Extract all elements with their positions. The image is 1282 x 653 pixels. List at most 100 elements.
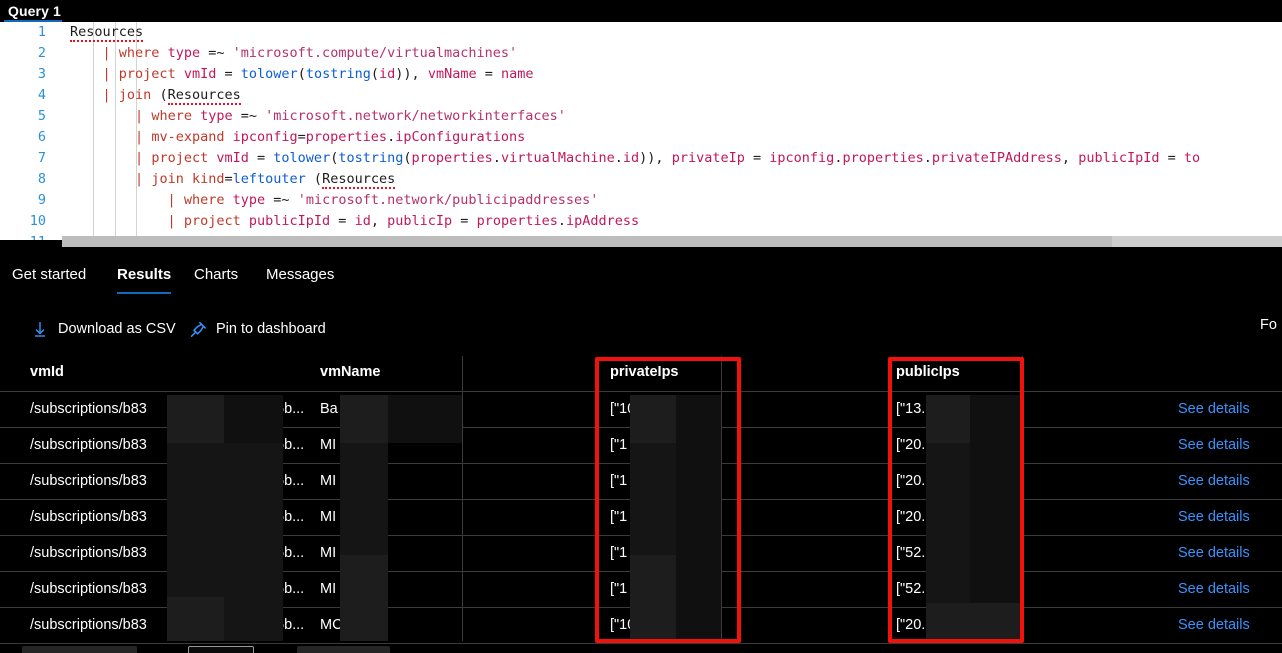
table-row[interactable]: /subscriptions/b83 5b... Ba ["10 ["13. See de… xyxy=(0,392,1282,428)
cell-publicips: ["20. xyxy=(896,437,926,453)
cell-publicips: ["52. xyxy=(896,545,926,561)
cell-privateips: ["1 xyxy=(610,509,628,525)
editor-code-lines: 1 Resources 2 | where type =~ 'microsoft.c… xyxy=(0,22,1282,240)
query-tab-strip: Query 1 xyxy=(0,0,1282,22)
tab-messages[interactable]: Messages xyxy=(266,260,334,294)
tab-get-started-label: Get started xyxy=(12,266,87,283)
cell-vmname: MI xyxy=(320,545,337,561)
column-header-vmname[interactable]: vmName xyxy=(320,356,450,391)
results-grid: vmId vmName privateIps publicIps /subscr… xyxy=(0,356,1282,644)
cell-vmname: Ba xyxy=(320,401,338,417)
editor-line-1[interactable]: 1 Resources xyxy=(0,22,1282,43)
line-number: 3 xyxy=(37,66,46,82)
tab-results-label: Results xyxy=(117,266,172,283)
line-number: 9 xyxy=(37,192,46,208)
formatted-results-toggle-partial[interactable]: Fo xyxy=(1260,317,1282,333)
line-number: 11 xyxy=(0,232,46,240)
pager-previous-button[interactable] xyxy=(22,646,137,653)
see-details-link[interactable]: See details xyxy=(1178,428,1278,463)
query-tab-label: Query 1 xyxy=(8,3,61,19)
line-content: | project publicIpId = id, publicIp = pr… xyxy=(167,213,640,229)
tab-charts-label: Charts xyxy=(194,266,239,283)
see-details-link[interactable]: See details xyxy=(1178,464,1278,499)
cell-privateips: ["1 xyxy=(610,545,628,561)
see-details-link[interactable]: See details xyxy=(1178,392,1278,427)
table-row[interactable]: /subscriptions/b83 5b... MI ["1 ["52. See det… xyxy=(0,572,1282,608)
cell-vmid: /subscriptions/b83 xyxy=(30,617,147,633)
cell-publicips: ["20. xyxy=(896,617,926,633)
cell-vmid: /subscriptions/b83 xyxy=(30,473,147,489)
formatted-results-label: Fo xyxy=(1260,317,1277,333)
cell-privateips: ["1 xyxy=(610,437,628,453)
cell-publicips: ["20. xyxy=(896,509,926,525)
pager-next-button[interactable] xyxy=(297,646,390,653)
pin-to-dashboard-label: Pin to dashboard xyxy=(216,321,326,337)
query-tab-query-1[interactable]: Query 1 xyxy=(4,0,69,22)
tab-results[interactable]: Results xyxy=(117,260,172,294)
line-number: 1 xyxy=(37,24,46,40)
tab-charts[interactable]: Charts xyxy=(194,260,238,294)
see-details-link[interactable]: See details xyxy=(1178,572,1278,607)
download-as-csv-button[interactable]: Download as CSV xyxy=(30,314,176,344)
line-content: | where type =~ 'microsoft.network/netwo… xyxy=(135,108,566,124)
column-header-privateips[interactable]: privateIps xyxy=(610,356,710,391)
pager-page-input[interactable] xyxy=(188,646,254,653)
cell-publicips: ["13. xyxy=(896,401,926,417)
tab-results-active-underline xyxy=(117,292,172,294)
editor-line-7[interactable]: 7 | project vmId = tolower(tostring(prop… xyxy=(0,148,1282,169)
editor-line-6[interactable]: 6 | mv-expand ipconfig=properties.ipConf… xyxy=(0,127,1282,148)
editor-line-4[interactable]: 4 | join (Resources xyxy=(0,85,1282,106)
editor-horizontal-scrollbar-thumb[interactable] xyxy=(62,236,1112,247)
see-details-link[interactable]: See details xyxy=(1178,608,1278,643)
editor-line-2[interactable]: 2 | where type =~ 'microsoft.compute/vir… xyxy=(0,43,1282,64)
cell-publicips: ["52. xyxy=(896,581,926,597)
line-number: 10 xyxy=(29,213,46,229)
table-row[interactable]: /subscriptions/b83 5b... MI ["1 ["20. See det… xyxy=(0,464,1282,500)
column-header-vmid[interactable]: vmId xyxy=(30,356,300,391)
line-content: | project vmId = tolower(tostring(proper… xyxy=(135,150,1201,166)
see-details-link[interactable]: See details xyxy=(1178,536,1278,571)
tab-messages-label: Messages xyxy=(266,266,335,283)
line-number: 4 xyxy=(37,87,46,103)
cell-vmname: MI xyxy=(320,581,337,597)
line-number: 6 xyxy=(37,129,46,145)
tab-get-started[interactable]: Get started xyxy=(12,260,86,294)
pin-icon xyxy=(188,319,208,339)
results-pager xyxy=(0,645,1282,653)
pin-to-dashboard-button[interactable]: Pin to dashboard xyxy=(188,314,326,344)
results-tab-bar: Get started Results Charts Messages xyxy=(0,260,1282,296)
editor-line-3[interactable]: 3 | project vmId = tolower(tostring(id))… xyxy=(0,64,1282,85)
download-arrow-icon xyxy=(30,319,50,339)
editor-line-10[interactable]: 10 | project publicIpId = id, publicIp =… xyxy=(0,211,1282,232)
cell-vmname: MI xyxy=(320,437,337,453)
cell-vmid: /subscriptions/b83 xyxy=(30,581,147,597)
results-panel: Get started Results Charts Messages Down… xyxy=(0,252,1282,653)
line-number: 2 xyxy=(37,45,46,61)
line-content: | join kind=leftouter (Resources xyxy=(135,171,396,189)
cell-privateips: ["10 xyxy=(610,401,636,417)
table-row[interactable]: /subscriptions/b83 5b... MI ["1 ["20. See det… xyxy=(0,428,1282,464)
line-content: | where type =~ 'microsoft.network/publi… xyxy=(167,192,599,208)
line-content: | mv-expand ipconfig=properties.ipConfig… xyxy=(135,129,526,145)
editor-horizontal-scrollbar[interactable] xyxy=(62,236,1282,247)
cell-vmid: /subscriptions/b83 xyxy=(30,509,147,525)
cell-vmname: MI xyxy=(320,509,337,525)
cell-vmid: /subscriptions/b83 xyxy=(30,401,147,417)
table-row[interactable]: /subscriptions/b83 5b... MI ["1 ["52. See det… xyxy=(0,536,1282,572)
line-content: | where type =~ 'microsoft.compute/virtu… xyxy=(102,45,518,61)
cell-vmname: MI xyxy=(320,473,337,489)
column-header-publicips[interactable]: publicIps xyxy=(896,356,1006,391)
editor-line-5[interactable]: 5 | where type =~ 'microsoft.network/net… xyxy=(0,106,1282,127)
line-content: | join (Resources xyxy=(102,87,241,105)
line-content: Resources xyxy=(70,24,144,42)
cell-privateips: ["1 xyxy=(610,473,628,489)
cell-publicips: ["20. xyxy=(896,473,926,489)
query-editor[interactable]: 1 Resources 2 | where type =~ 'microsoft.c… xyxy=(0,22,1282,240)
cell-privateips: ["10 xyxy=(610,617,636,633)
see-details-link[interactable]: See details xyxy=(1178,500,1278,535)
table-row[interactable]: /subscriptions/b83 5b... MI ["1 ["20. See det… xyxy=(0,500,1282,536)
editor-line-8[interactable]: 8 | join kind=leftouter (Resources xyxy=(0,169,1282,190)
results-grid-header: vmId vmName privateIps publicIps xyxy=(0,356,1282,392)
table-row[interactable]: /subscriptions/b83 5b... MC ["10 ["20. See de… xyxy=(0,608,1282,644)
editor-line-9[interactable]: 9 | where type =~ 'microsoft.network/pub… xyxy=(0,190,1282,211)
